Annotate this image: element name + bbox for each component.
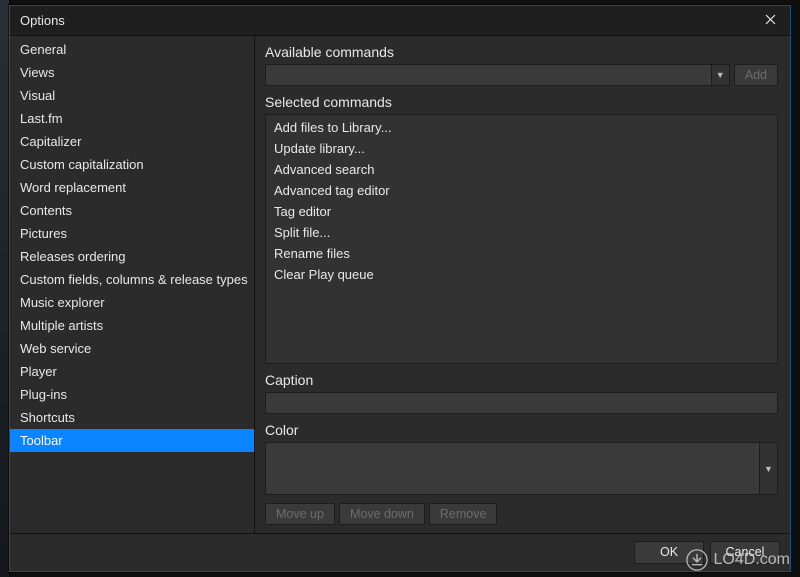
sidebar-item[interactable]: Word replacement (10, 176, 254, 199)
cancel-button[interactable]: Cancel (710, 541, 780, 564)
chevron-down-icon: ▼ (759, 443, 777, 494)
selected-commands-label: Selected commands (265, 94, 778, 110)
toolbar-options-panel: Available commands ▼ Add Selected comman… (255, 36, 790, 533)
sidebar-item[interactable]: Last.fm (10, 107, 254, 130)
list-item[interactable]: Tag editor (266, 201, 777, 222)
sidebar-item[interactable]: Player (10, 360, 254, 383)
sidebar-item[interactable]: Toolbar (10, 429, 254, 452)
list-item[interactable]: Advanced search (266, 159, 777, 180)
color-combo[interactable]: ▼ (265, 442, 778, 495)
sidebar-item[interactable]: Capitalizer (10, 130, 254, 153)
sidebar-item[interactable]: General (10, 38, 254, 61)
list-item[interactable]: Clear Play queue (266, 264, 777, 285)
list-item[interactable]: Rename files (266, 243, 777, 264)
sidebar-item[interactable]: Shortcuts (10, 406, 254, 429)
options-dialog: Options GeneralViewsVisualLast.fmCapital… (9, 5, 791, 572)
sidebar-item[interactable]: Plug-ins (10, 383, 254, 406)
available-commands-label: Available commands (265, 44, 778, 60)
sidebar-item[interactable]: Custom capitalization (10, 153, 254, 176)
sidebar-item[interactable]: Music explorer (10, 291, 254, 314)
remove-button[interactable]: Remove (429, 503, 498, 525)
close-button[interactable] (750, 6, 790, 36)
sidebar-item[interactable]: Multiple artists (10, 314, 254, 337)
dialog-footer: OK Cancel (10, 533, 790, 571)
sidebar-item[interactable]: Pictures (10, 222, 254, 245)
color-label: Color (265, 422, 778, 438)
sidebar-item[interactable]: Visual (10, 84, 254, 107)
chevron-down-icon: ▼ (711, 65, 729, 85)
sidebar-item[interactable]: Custom fields, columns & release types (10, 268, 254, 291)
list-item[interactable]: Update library... (266, 138, 777, 159)
sidebar-item[interactable]: Contents (10, 199, 254, 222)
list-item[interactable]: Add files to Library... (266, 117, 777, 138)
dialog-body: GeneralViewsVisualLast.fmCapitalizerCust… (10, 36, 790, 533)
dialog-title: Options (20, 13, 65, 28)
available-commands-combo[interactable]: ▼ (265, 64, 730, 86)
list-item[interactable]: Split file... (266, 222, 777, 243)
available-commands-row: ▼ Add (265, 64, 778, 86)
selected-commands-list[interactable]: Add files to Library...Update library...… (265, 114, 778, 364)
sidebar-item[interactable]: Web service (10, 337, 254, 360)
move-down-button[interactable]: Move down (339, 503, 425, 525)
list-item[interactable]: Advanced tag editor (266, 180, 777, 201)
move-up-button[interactable]: Move up (265, 503, 335, 525)
ok-button[interactable]: OK (634, 541, 704, 564)
reorder-button-row: Move up Move down Remove (265, 503, 778, 525)
caption-label: Caption (265, 372, 778, 388)
options-sidebar: GeneralViewsVisualLast.fmCapitalizerCust… (10, 36, 255, 533)
sidebar-item[interactable]: Releases ordering (10, 245, 254, 268)
caption-input[interactable] (265, 392, 778, 414)
add-command-button[interactable]: Add (734, 64, 778, 86)
close-icon (765, 13, 776, 28)
titlebar: Options (10, 6, 790, 36)
sidebar-item[interactable]: Views (10, 61, 254, 84)
